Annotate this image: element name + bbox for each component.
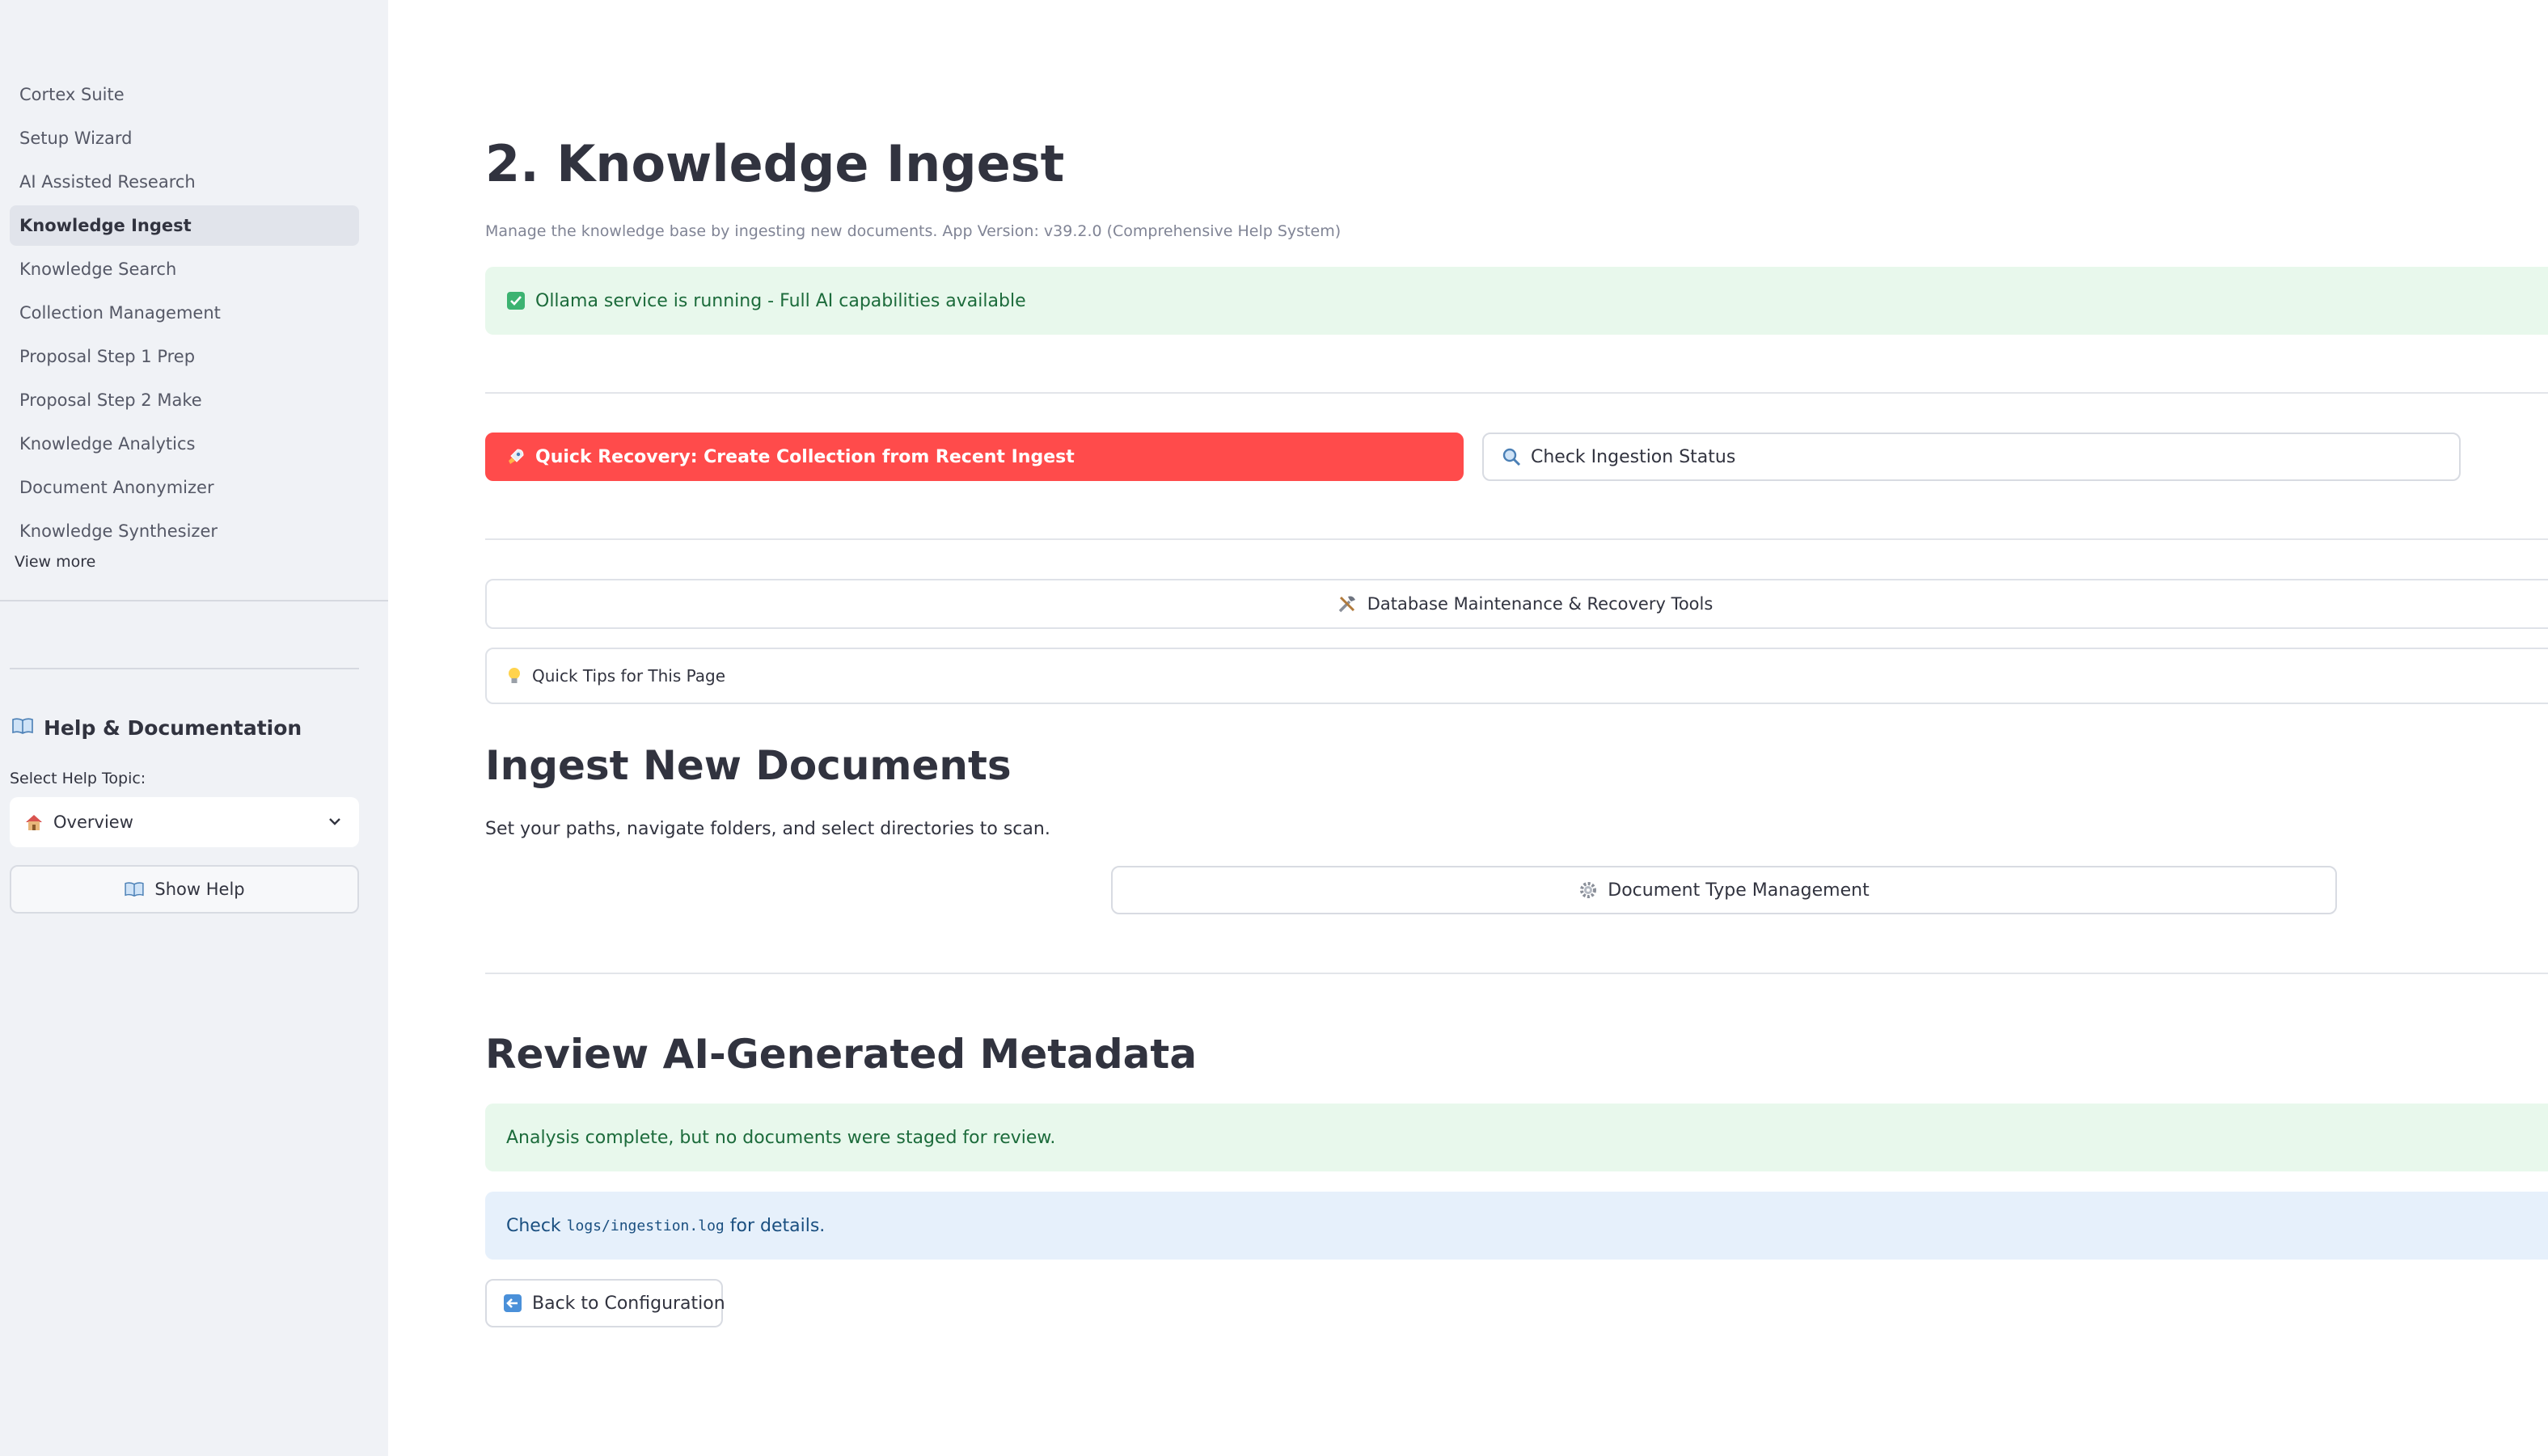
sidebar-item-knowledge-synthesizer[interactable]: Knowledge Synthesizer (10, 511, 359, 551)
rocket-icon (506, 447, 526, 466)
book-icon (124, 881, 145, 897)
quick-tips-label: Quick Tips for This Page (532, 666, 726, 686)
chevron-down-icon (327, 813, 343, 834)
show-help-button[interactable]: Show Help (10, 865, 359, 914)
divider (485, 538, 2548, 540)
sidebar-item-ai-assisted-research[interactable]: AI Assisted Research (10, 162, 359, 202)
document-type-management-label: Document Type Management (1608, 880, 1870, 901)
log-suffix-text: for details. (724, 1215, 826, 1236)
sidebar-item-proposal-step-2-make[interactable]: Proposal Step 2 Make (10, 380, 359, 420)
document-type-management-button[interactable]: Document Type Management (1111, 866, 2337, 914)
page-caption: Manage the knowledge base by ingesting n… (485, 222, 1342, 240)
divider (485, 392, 2548, 394)
lightbulb-icon (506, 666, 522, 686)
sidebar-item-cortex-suite[interactable]: Cortex Suite (10, 74, 359, 115)
view-more-link[interactable]: View more (15, 553, 95, 571)
database-maintenance-label: Database Maintenance & Recovery Tools (1367, 594, 1713, 614)
check-ingestion-status-label: Check Ingestion Status (1531, 446, 1736, 467)
review-section-title: Review AI-Generated Metadata (485, 1031, 1198, 1078)
main-content: 2. Knowledge Ingest Manage the knowledge… (388, 0, 2548, 1456)
help-section-title: Help & Documentation (11, 716, 302, 740)
book-icon (11, 717, 34, 735)
back-arrow-icon (503, 1294, 522, 1313)
show-help-label: Show Help (154, 880, 245, 899)
sidebar-divider (0, 600, 388, 601)
magnifier-icon (1502, 447, 1521, 466)
page-title: 2. Knowledge Ingest (485, 134, 1065, 193)
sidebar-item-document-anonymizer[interactable]: Document Anonymizer (10, 467, 359, 508)
house-icon (24, 813, 44, 831)
ingest-description: Set your paths, navigate folders, and se… (485, 819, 1050, 839)
help-topic-value: Overview (53, 812, 133, 832)
service-status-alert: Ollama service is running - Full AI capa… (485, 267, 2548, 335)
service-status-text: Ollama service is running - Full AI capa… (535, 290, 1026, 311)
sidebar-divider (10, 668, 359, 669)
sidebar-item-collection-management[interactable]: Collection Management (10, 293, 359, 333)
analysis-result-text: Analysis complete, but no documents were… (506, 1127, 1056, 1148)
quick-tips-expander[interactable]: Quick Tips for This Page (485, 648, 2548, 704)
help-title-text: Help & Documentation (44, 716, 302, 740)
divider (485, 973, 2548, 974)
help-topic-select[interactable]: Overview (10, 797, 359, 847)
tools-icon (1337, 593, 1358, 614)
log-info-alert: Check logs/ingestion.log for details. (485, 1192, 2548, 1260)
log-prefix-text: Check (506, 1215, 567, 1236)
gear-icon (1578, 880, 1598, 900)
sidebar-item-knowledge-ingest[interactable]: Knowledge Ingest (10, 205, 359, 246)
back-to-configuration-label: Back to Configuration (532, 1293, 725, 1314)
ingest-section-title: Ingest New Documents (485, 742, 1012, 789)
check-icon (506, 291, 526, 310)
sidebar-item-knowledge-search[interactable]: Knowledge Search (10, 249, 359, 289)
sidebar-item-knowledge-analytics[interactable]: Knowledge Analytics (10, 424, 359, 464)
quick-recovery-label: Quick Recovery: Create Collection from R… (535, 446, 1075, 467)
sidebar-item-proposal-step-1-prep[interactable]: Proposal Step 1 Prep (10, 336, 359, 377)
sidebar-nav: Cortex Suite Setup Wizard AI Assisted Re… (10, 74, 359, 555)
sidebar-item-setup-wizard[interactable]: Setup Wizard (10, 118, 359, 158)
quick-recovery-button[interactable]: Quick Recovery: Create Collection from R… (485, 433, 1464, 481)
help-topic-label: Select Help Topic: (10, 770, 146, 787)
log-path-code: logs/ingestion.log (566, 1217, 725, 1234)
check-ingestion-status-button[interactable]: Check Ingestion Status (1482, 433, 2461, 481)
analysis-result-alert: Analysis complete, but no documents were… (485, 1104, 2548, 1171)
database-maintenance-expander[interactable]: Database Maintenance & Recovery Tools (485, 579, 2548, 629)
back-to-configuration-button[interactable]: Back to Configuration (485, 1279, 725, 1327)
sidebar: Cortex Suite Setup Wizard AI Assisted Re… (0, 0, 388, 1456)
